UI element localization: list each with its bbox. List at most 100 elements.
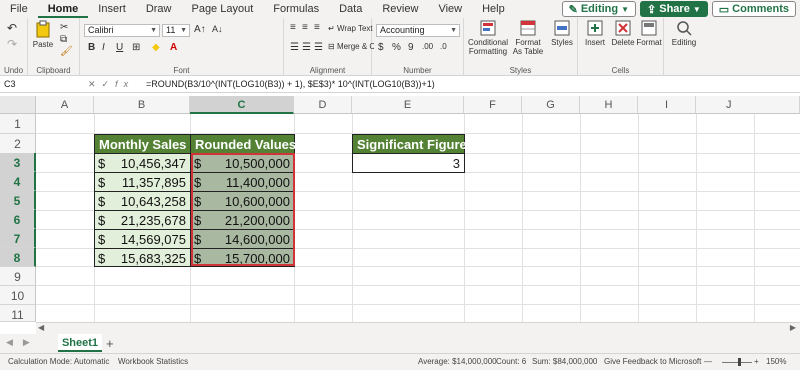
insert-cells-button[interactable]: Insert: [582, 20, 608, 47]
font-color-icon[interactable]: A: [170, 42, 177, 53]
row-header-7[interactable]: 7: [0, 229, 36, 248]
rounded-value-cell[interactable]: $10,500,000: [190, 153, 295, 173]
zoom-in-icon[interactable]: +: [754, 354, 759, 370]
format-painter-icon[interactable]: 🖌: [60, 46, 73, 57]
menu-home[interactable]: Home: [37, 0, 89, 18]
font-name-dropdown[interactable]: Calibri ▼: [84, 24, 160, 37]
row-header-3[interactable]: 3: [0, 153, 36, 172]
sheet-nav-arrows[interactable]: ◀▶: [6, 337, 40, 348]
column-header-i[interactable]: I: [638, 96, 696, 114]
underline-button[interactable]: U: [116, 42, 123, 53]
wrap-text-button[interactable]: ↵ Wrap Text: [328, 24, 376, 33]
column-header-e[interactable]: E: [352, 96, 464, 114]
scroll-left-icon[interactable]: ◀: [38, 323, 44, 332]
column-header-c[interactable]: C: [190, 96, 294, 114]
align-top-icon[interactable]: ≡: [290, 22, 296, 33]
comma-format-icon[interactable]: 9: [408, 42, 414, 53]
monthly-sales-cell[interactable]: $14,569,075: [94, 229, 191, 249]
menu-help[interactable]: Help: [472, 0, 515, 18]
borders-icon[interactable]: ⊞: [132, 42, 140, 53]
rounded-value-cell[interactable]: $15,700,000: [190, 248, 295, 267]
number-format-dropdown[interactable]: Accounting ▼: [376, 24, 460, 37]
column-header-h[interactable]: H: [580, 96, 638, 114]
align-left-icon[interactable]: ☰: [290, 42, 299, 53]
bold-button[interactable]: B: [88, 42, 95, 53]
column-header-f[interactable]: F: [464, 96, 522, 114]
percent-format-icon[interactable]: %: [392, 42, 401, 53]
row-header-9[interactable]: 9: [0, 267, 36, 286]
currency-format-icon[interactable]: $: [378, 42, 384, 53]
fill-color-icon[interactable]: ◆: [152, 42, 160, 53]
menu-file[interactable]: File: [0, 0, 38, 18]
monthly-sales-cell[interactable]: $15,683,325: [94, 248, 191, 267]
align-center-icon[interactable]: ☰: [302, 42, 311, 53]
rounded-value-cell[interactable]: $14,600,000: [190, 229, 295, 249]
column-header-j[interactable]: J: [696, 96, 800, 114]
decrease-font-icon[interactable]: A↓: [212, 24, 223, 34]
cell-styles-button[interactable]: Styles: [548, 20, 576, 47]
column-header-b[interactable]: B: [94, 96, 190, 114]
row-header-11[interactable]: 11: [0, 305, 36, 322]
row-header-1[interactable]: 1: [0, 114, 36, 134]
monthly-sales-cell[interactable]: $10,643,258: [94, 191, 191, 211]
format-cells-button[interactable]: Format: [636, 20, 662, 47]
monthly-sales-cell[interactable]: $11,357,895: [94, 172, 191, 192]
add-sheet-button[interactable]: +: [106, 336, 114, 351]
cut-icon[interactable]: ✂: [60, 22, 68, 33]
header-rounded-values[interactable]: Rounded Values: [190, 134, 296, 154]
align-bottom-icon[interactable]: ≡: [314, 22, 320, 33]
menu-page-layout[interactable]: Page Layout: [181, 0, 263, 18]
header-significant-figure[interactable]: Significant Figure: [352, 134, 467, 154]
rounded-value-cell[interactable]: $11,400,000: [190, 172, 295, 192]
calculation-mode[interactable]: Calculation Mode: Automatic: [8, 354, 109, 370]
comments-button[interactable]: ▭ Comments: [711, 1, 796, 17]
select-all-corner[interactable]: [0, 96, 36, 114]
confirm-icon[interactable]: ✓: [102, 79, 116, 89]
redo-icon[interactable]: ↷: [7, 38, 17, 50]
insert-function-icon[interactable]: fx: [115, 79, 134, 89]
conditional-formatting-button[interactable]: Conditional Formatting: [466, 20, 510, 56]
increase-font-icon[interactable]: A↑: [194, 24, 206, 35]
scroll-right-icon[interactable]: ▶: [790, 323, 796, 332]
copy-icon[interactable]: ⧉: [60, 34, 67, 45]
formula-input[interactable]: =ROUND(B3/10^(INT(LOG10(B3)) + 1), $E$3)…: [146, 77, 435, 91]
monthly-sales-cell[interactable]: $21,235,678: [94, 210, 191, 230]
rounded-value-cell[interactable]: $10,600,000: [190, 191, 295, 211]
zoom-level[interactable]: 150%: [766, 354, 786, 370]
editing-button[interactable]: Editing: [668, 20, 700, 47]
row-header-8[interactable]: 8: [0, 248, 36, 267]
increase-decimal-icon[interactable]: .00: [422, 42, 433, 51]
paste-button[interactable]: Paste: [32, 20, 54, 49]
decrease-decimal-icon[interactable]: .0: [440, 42, 447, 51]
column-header-d[interactable]: D: [294, 96, 352, 114]
format-as-table-button[interactable]: Format As Table: [510, 20, 546, 56]
merge-center-button[interactable]: ⊟ Merge & Center: [328, 42, 374, 51]
menu-formulas[interactable]: Formulas: [263, 0, 329, 18]
undo-icon[interactable]: ↶: [7, 22, 17, 34]
rounded-value-cell[interactable]: $21,200,000: [190, 210, 295, 230]
monthly-sales-cell[interactable]: $10,456,347: [94, 153, 191, 173]
align-middle-icon[interactable]: ≡: [302, 22, 308, 33]
zoom-slider[interactable]: [722, 362, 752, 363]
cancel-icon[interactable]: ✕: [88, 79, 102, 89]
menu-draw[interactable]: Draw: [136, 0, 182, 18]
row-header-2[interactable]: 2: [0, 134, 36, 154]
give-feedback-link[interactable]: Give Feedback to Microsoft: [604, 354, 701, 370]
zoom-out-icon[interactable]: —: [704, 354, 712, 370]
significant-figure-value[interactable]: 3: [352, 153, 465, 173]
name-box[interactable]: C3: [2, 77, 72, 91]
share-button[interactable]: ⇪ Share ▼: [640, 1, 708, 17]
workbook-statistics[interactable]: Workbook Statistics: [118, 354, 188, 370]
font-size-dropdown[interactable]: 11 ▼: [162, 24, 190, 37]
zoom-slider-thumb[interactable]: [738, 358, 741, 366]
menu-view[interactable]: View: [428, 0, 472, 18]
menu-insert[interactable]: Insert: [88, 0, 136, 18]
column-header-a[interactable]: A: [36, 96, 94, 114]
menu-review[interactable]: Review: [372, 0, 428, 18]
menu-data[interactable]: Data: [329, 0, 372, 18]
sheet-tab-active[interactable]: Sheet1: [58, 334, 102, 352]
row-header-5[interactable]: 5: [0, 191, 36, 210]
column-header-g[interactable]: G: [522, 96, 580, 114]
align-right-icon[interactable]: ☰: [314, 42, 323, 53]
row-header-4[interactable]: 4: [0, 172, 36, 191]
